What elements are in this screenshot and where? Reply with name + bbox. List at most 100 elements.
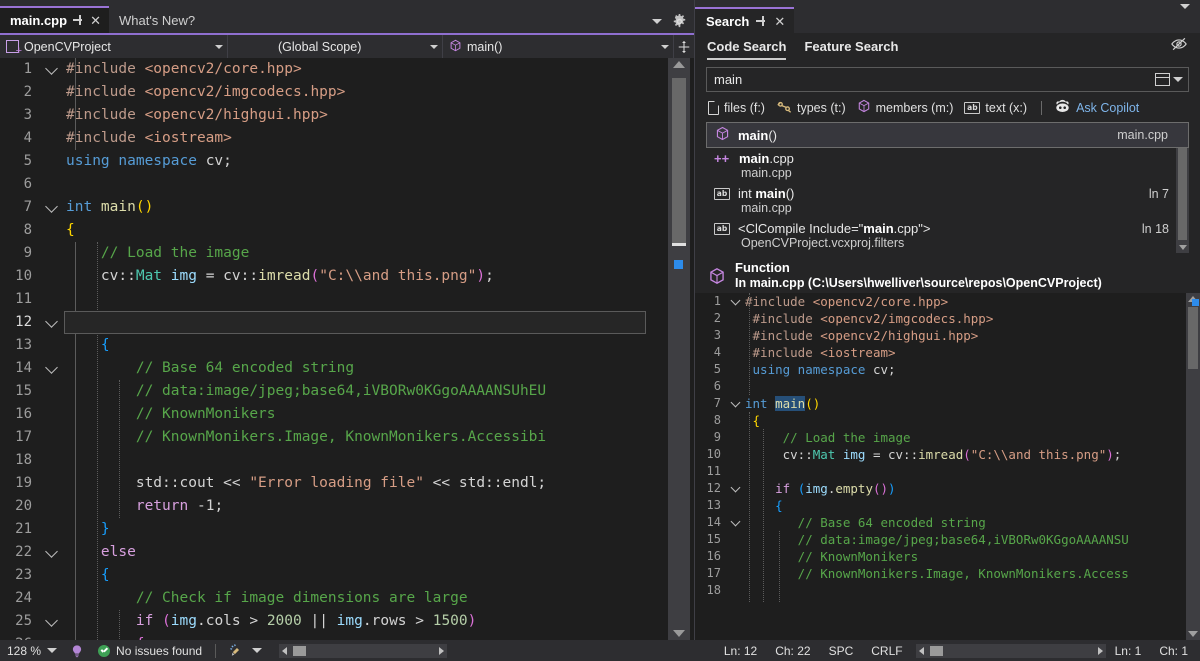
code-line[interactable]: 21 } (0, 518, 668, 541)
code-line[interactable]: 1#include <opencv2/core.hpp> (0, 58, 668, 81)
code-text[interactable]: // KnownMonikers (64, 403, 668, 426)
code-line[interactable]: 20 return -1; (0, 495, 668, 518)
fold-chevron-icon[interactable] (729, 395, 745, 412)
code-line[interactable]: 6 (0, 173, 668, 196)
zoom-control[interactable]: 128 % (0, 644, 63, 658)
tab-feature-search[interactable]: Feature Search (804, 39, 898, 58)
fold-chevron-icon[interactable] (42, 311, 64, 334)
search-input[interactable]: main (714, 72, 1155, 87)
preview-code-line[interactable]: 3 #include <opencv2/highgui.hpp> (695, 327, 1186, 344)
indentation-indicator[interactable]: SPC (820, 644, 863, 658)
scroll-right-icon[interactable] (439, 647, 444, 655)
code-text[interactable]: // data:image/jpeg;base64,iVBORw0KGgoAAA… (64, 380, 668, 403)
code-line[interactable]: 12 if (img.empty()) (0, 311, 668, 334)
tab-whats-new[interactable]: What's New? (109, 7, 203, 33)
code-line[interactable]: 25 if (img.cols > 2000 || img.rows > 150… (0, 610, 668, 633)
code-line[interactable]: 14 // Base 64 encoded string (0, 357, 668, 380)
navbar-scope-dropdown[interactable]: (Global Scope) (228, 35, 443, 58)
code-line[interactable]: 4#include <iostream> (0, 127, 668, 150)
ask-copilot-button[interactable]: Ask Copilot (1054, 99, 1146, 116)
code-cleanup-icon[interactable] (222, 640, 269, 661)
preview-code-line[interactable]: 5 using namespace cv; (695, 361, 1186, 378)
fold-chevron-icon[interactable] (42, 541, 64, 564)
chevron-down-icon[interactable] (1180, 4, 1190, 26)
eye-off-icon[interactable] (1170, 36, 1188, 60)
fold-chevron-icon[interactable] (42, 58, 64, 81)
code-text[interactable] (64, 173, 668, 196)
preview-code-line[interactable]: 15 // data:image/jpeg;base64,iVBORw0KGgo… (695, 531, 1186, 548)
code-text[interactable]: using namespace cv; (64, 150, 668, 173)
scroll-left-icon[interactable] (282, 647, 287, 655)
code-text[interactable]: cv::Mat img = cv::imread("C:\\and this.p… (64, 265, 668, 288)
chevron-down-icon[interactable] (661, 45, 669, 49)
code-text[interactable]: if (img.empty()) (64, 311, 668, 334)
tab-code-search[interactable]: Code Search (707, 39, 786, 58)
search-results-list[interactable]: main()main.cpp++main.cppmain.cppabint ma… (706, 122, 1189, 253)
code-line[interactable]: 3#include <opencv2/highgui.hpp> (0, 104, 668, 127)
chevron-down-icon[interactable] (652, 19, 662, 24)
pin-icon[interactable] (73, 15, 84, 26)
code-text[interactable]: #include <opencv2/highgui.hpp> (64, 104, 668, 127)
preview-code-pane[interactable]: 1#include <opencv2/core.hpp>2 #include <… (695, 293, 1200, 640)
preview-code-line[interactable]: 4 #include <iostream> (695, 344, 1186, 361)
code-text[interactable]: // KnownMonikers.Image, KnownMonikers.Ac… (64, 426, 668, 449)
code-line[interactable]: 9 // Load the image (0, 242, 668, 265)
scrollbar-thumb[interactable] (293, 646, 306, 656)
fold-chevron-icon[interactable] (729, 293, 745, 310)
pin-icon[interactable] (756, 16, 767, 27)
code-line[interactable]: 17 // KnownMonikers.Image, KnownMonikers… (0, 426, 668, 449)
chevron-down-icon[interactable] (252, 648, 262, 653)
line-ending-indicator[interactable]: CRLF (862, 644, 911, 658)
search-result-item[interactable]: ++main.cppmain.cpp (706, 148, 1189, 183)
code-text[interactable]: } (64, 518, 668, 541)
filter-files[interactable]: files (f:) (708, 101, 772, 115)
code-line[interactable]: 5using namespace cv; (0, 150, 668, 173)
feedback-icon[interactable] (63, 640, 91, 661)
preview-code-line[interactable]: 12 if (img.empty()) (695, 480, 1186, 497)
preview-code-line[interactable]: 2 #include <opencv2/imgcodecs.hpp> (695, 310, 1186, 327)
search-result-item[interactable]: abint main()ln 7main.cpp (706, 183, 1189, 218)
scrollbar-thumb[interactable] (930, 646, 943, 656)
chevron-down-icon[interactable] (430, 45, 438, 49)
preview-code-line[interactable]: 14 // Base 64 encoded string (695, 514, 1186, 531)
preview-code-lines[interactable]: 1#include <opencv2/core.hpp>2 #include <… (695, 293, 1186, 640)
fold-chevron-icon[interactable] (42, 610, 64, 633)
issues-status[interactable]: No issues found (91, 640, 209, 661)
preview-code-line[interactable]: 9 // Load the image (695, 429, 1186, 446)
filter-types[interactable]: types (t:) (776, 100, 853, 116)
preview-code-line[interactable]: 16 // KnownMonikers (695, 548, 1186, 565)
code-line[interactable]: 16 // KnownMonikers (0, 403, 668, 426)
fold-chevron-icon[interactable] (729, 480, 745, 497)
scroll-right-icon[interactable] (1098, 647, 1103, 655)
search-result-item[interactable]: main()main.cpp (706, 122, 1189, 148)
code-line[interactable]: 7int main() (0, 196, 668, 219)
code-line[interactable]: 26 { (0, 633, 668, 640)
code-line[interactable]: 13 { (0, 334, 668, 357)
split-view-icon[interactable] (674, 40, 694, 54)
code-text[interactable]: // Load the image (64, 242, 668, 265)
code-text[interactable]: { (64, 219, 668, 242)
filter-text[interactable]: ab text (x:) (964, 101, 1034, 115)
code-text[interactable]: return -1; (64, 495, 668, 518)
code-text[interactable]: std::cout << "Error loading file" << std… (64, 472, 668, 495)
chevron-down-icon[interactable] (215, 45, 223, 49)
preview-code-line[interactable]: 8 { (695, 412, 1186, 429)
scrollbar-thumb[interactable] (1188, 307, 1198, 369)
tab-main-cpp[interactable]: main.cpp ✕ (0, 6, 109, 33)
chevron-down-icon[interactable] (1173, 77, 1183, 82)
close-icon[interactable]: ✕ (774, 15, 785, 28)
code-line[interactable]: 10 cv::Mat img = cv::imread("C:\\and thi… (0, 265, 668, 288)
code-text[interactable]: { (64, 334, 668, 357)
code-text[interactable] (64, 449, 668, 472)
navbar-function-dropdown[interactable]: main() (443, 35, 674, 58)
scrollbar-thumb[interactable] (672, 78, 686, 243)
code-line[interactable]: 23 { (0, 564, 668, 587)
fold-chevron-icon[interactable] (42, 196, 64, 219)
code-lines-container[interactable]: 1#include <opencv2/core.hpp>2#include <o… (0, 58, 668, 640)
window-layout-icon[interactable] (1155, 73, 1170, 86)
code-text[interactable]: { (64, 633, 668, 640)
code-text[interactable]: if (img.cols > 2000 || img.rows > 1500) (64, 610, 668, 633)
editor-horizontal-scrollbar[interactable] (279, 644, 447, 658)
preview-scrollbar[interactable] (1186, 293, 1200, 640)
navbar-project-dropdown[interactable]: OpenCVProject (0, 35, 228, 58)
